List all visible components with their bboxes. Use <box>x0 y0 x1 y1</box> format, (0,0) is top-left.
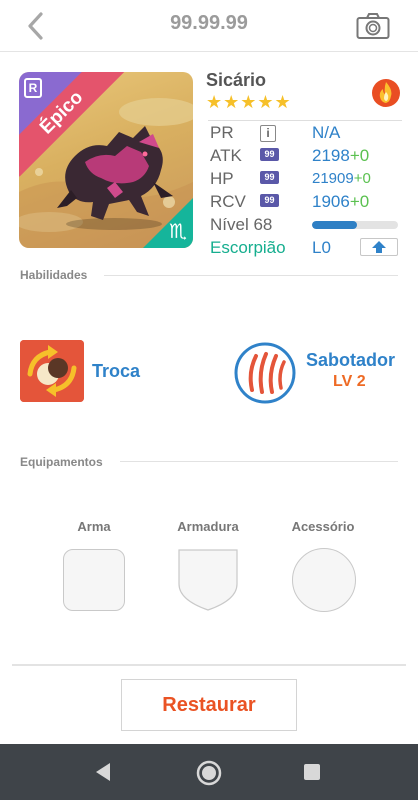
atk-level-badge: 99 <box>260 148 279 161</box>
hp-label: HP <box>210 169 234 188</box>
stat-row-atk: ATK 99 2198+0 <box>208 144 402 167</box>
armor-slot[interactable] <box>177 548 239 612</box>
star-rating: ★★★★★ <box>206 92 292 112</box>
swap-skill-icon[interactable] <box>20 340 84 402</box>
stat-row-rcv: RCV 99 1906+0 <box>208 190 402 213</box>
monster-detail-screen: 99.99.99 Épico R ♏ Sicário ★★★★★ PR i N/… <box>0 0 418 800</box>
arrow-up-icon <box>372 241 386 253</box>
monster-portrait[interactable]: Épico R ♏ <box>19 72 193 248</box>
zodiac-label: Escorpião <box>210 238 286 257</box>
pr-label: PR <box>210 123 234 142</box>
fire-icon <box>372 79 400 107</box>
hp-bonus: +0 <box>353 170 371 187</box>
skills-divider <box>104 275 398 276</box>
nav-recents-icon[interactable] <box>303 763 321 781</box>
stat-row-zodiac: Escorpião L0 <box>208 236 402 259</box>
limit-label: L0 <box>312 238 331 257</box>
rcv-label: RCV <box>210 192 246 211</box>
system-nav-bar <box>0 744 418 800</box>
weapon-label: Arma <box>77 519 111 534</box>
equipment-divider <box>120 461 398 462</box>
swap-skill-art <box>20 340 84 402</box>
level-progress-bar <box>312 221 398 229</box>
atk-label: ATK <box>210 146 242 165</box>
monster-name: Sicário <box>206 70 267 90</box>
accessory-label: Acessório <box>291 519 355 534</box>
restore-button[interactable]: Restaurar <box>121 679 297 731</box>
hp-value: 21909 <box>312 170 354 187</box>
atk-bonus: +0 <box>349 146 370 165</box>
hp-level-badge: 99 <box>260 171 279 184</box>
leader-skill-name[interactable]: Sabotador <box>306 350 395 371</box>
camera-icon[interactable] <box>356 12 390 40</box>
limit-break-button[interactable] <box>360 238 398 256</box>
rcv-bonus: +0 <box>349 192 370 211</box>
level-progress-fill <box>312 221 357 229</box>
stat-row-level: Nível 68 <box>208 213 402 236</box>
footer-divider <box>12 664 406 666</box>
skill-name[interactable]: Troca <box>92 361 140 382</box>
stat-row-hp: HP 99 21909+0 <box>208 167 402 190</box>
weapon-slot[interactable] <box>63 549 125 611</box>
leader-skill-level: LV 2 <box>333 373 366 390</box>
stats-table: PR i N/A ATK 99 2198+0 HP 99 21909+0 RCV… <box>208 120 402 259</box>
nav-back-icon[interactable] <box>94 762 112 782</box>
claw-icon[interactable] <box>234 342 296 404</box>
top-bar: 99.99.99 <box>0 0 418 52</box>
skills-section-title: Habilidades <box>20 268 88 282</box>
pr-value: N/A <box>312 123 341 142</box>
equipment-section-title: Equipamentos <box>20 455 103 469</box>
rcv-value: 1906 <box>312 192 350 211</box>
stat-row-pr: PR i N/A <box>208 121 402 144</box>
info-icon[interactable]: i <box>260 125 276 142</box>
atk-value: 2198 <box>312 146 350 165</box>
level-label: Nível 68 <box>210 215 273 234</box>
rcv-level-badge: 99 <box>260 194 279 207</box>
accessory-slot[interactable] <box>292 548 356 612</box>
scorpio-icon: ♏ <box>169 221 187 243</box>
nav-home-icon[interactable] <box>196 760 222 786</box>
armor-label: Armadura <box>177 519 239 534</box>
rarity-badge: R <box>24 78 42 98</box>
